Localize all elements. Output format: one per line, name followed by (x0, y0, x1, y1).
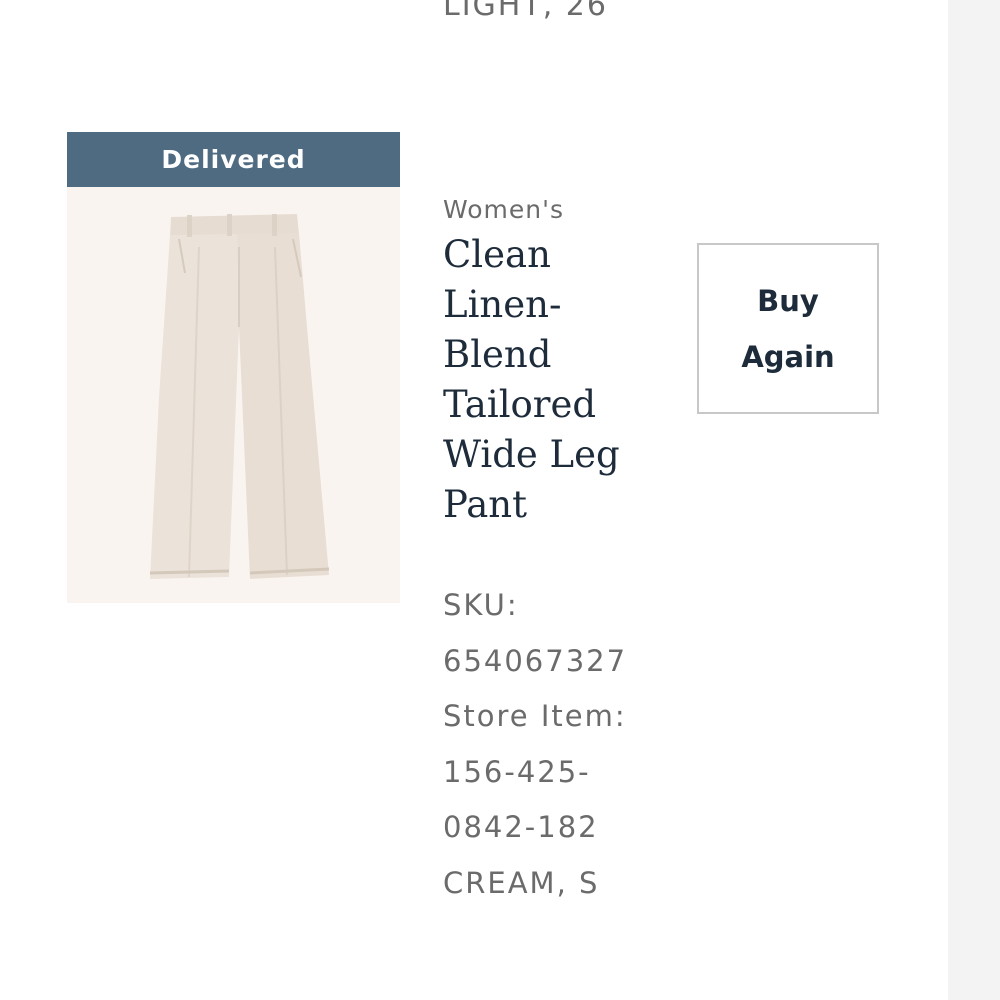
store-item-label: Store Item: (443, 699, 627, 733)
store-item-value-line2: 0842-182 (443, 810, 599, 844)
scrollbar-track[interactable] (948, 0, 1000, 1000)
sku-label: SKU: (443, 588, 519, 622)
product-image[interactable]: Delivered (67, 132, 400, 603)
buy-again-button[interactable]: Buy Again (697, 243, 879, 414)
status-badge: Delivered (67, 132, 400, 187)
product-details: Women's Clean Linen-Blend Tailored Wide … (443, 190, 683, 530)
store-item-value-line1: 156-425- (443, 754, 591, 789)
previous-item-variant: LIGHT, 26 (443, 0, 608, 23)
buy-again-label: Buy Again (741, 283, 835, 374)
sku-value: 654067327 (443, 643, 628, 678)
product-variant: CREAM, S (443, 865, 600, 900)
wide-leg-pant-image (67, 187, 400, 603)
product-category: Women's (443, 195, 565, 224)
product-meta: SKU: 654067327 Store Item: 156-425- 0842… (443, 578, 683, 911)
order-details-page: LIGHT, 26 Delivered Women's Clean Linen-… (0, 0, 1000, 1000)
product-name[interactable]: Clean Linen-Blend Tailored Wide Leg Pant (443, 230, 653, 530)
